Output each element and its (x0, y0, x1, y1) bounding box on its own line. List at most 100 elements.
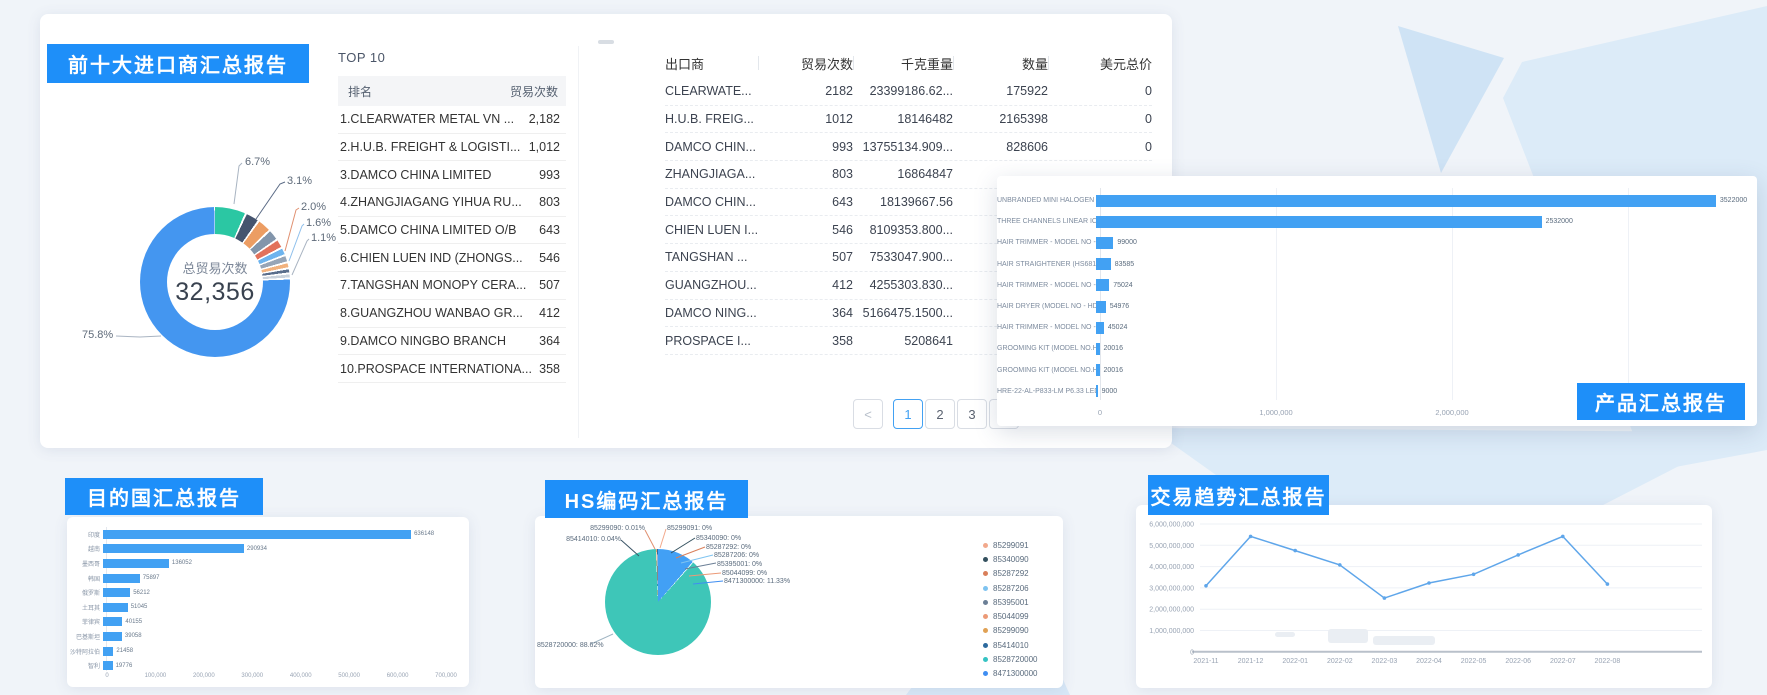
top10-row[interactable]: 2.H.U.B. FREIGHT & LOGISTI...1,012 (338, 134, 566, 162)
bar-label: HAIR TRIMMER - MODEL NO - HT20... (997, 239, 1096, 246)
bar (103, 574, 140, 583)
legend-dot-icon (983, 614, 988, 619)
pie-callout-label: 85287206: 0% (714, 552, 759, 559)
trend-line-chart: 6,000,000,0005,000,000,0004,000,000,0003… (1136, 505, 1712, 688)
data-point (1204, 584, 1208, 588)
bar (1096, 258, 1111, 270)
pie-callout-label: 8471300000: 11.33% (724, 578, 790, 585)
bar-value: 20016 (1100, 367, 1123, 374)
data-point (1472, 573, 1476, 577)
bar (103, 603, 128, 612)
data-point (1427, 581, 1431, 585)
legend-dot-icon (983, 557, 988, 562)
bar-row: 菲律宾40155 (67, 615, 467, 630)
bar-value: 21458 (113, 648, 133, 654)
legend-label: 8471300000 (993, 669, 1038, 678)
data-point (1249, 535, 1253, 539)
scrollbar-thumb[interactable] (598, 40, 614, 44)
panel-destinations: 目的国汇总报告 印度636148越南290934墨西哥136052韩国75897… (67, 517, 469, 687)
cell: 358 (758, 334, 853, 348)
rank-cell: 10.PROSPACE INTERNATIONA... (338, 362, 532, 376)
cell: 18146482 (853, 112, 953, 126)
hs-pie-chart (605, 549, 711, 655)
cell: 5166475.1500... (853, 306, 953, 320)
axis-tick: 1,000,000 (1246, 408, 1306, 417)
bar-label: THREE CHANNELS LINEAR IC (INTE... (997, 218, 1096, 225)
legend-item[interactable]: 85287292 (983, 567, 1038, 581)
donut-center-label: 总贸易次数 (182, 258, 247, 277)
decor-triangle (1398, 26, 1504, 173)
legend-item[interactable]: 85414010 (983, 638, 1038, 652)
page-button-3[interactable]: 3 (957, 399, 987, 429)
axis-tick: 0 (87, 673, 127, 679)
bar-value: 2532000 (1542, 218, 1573, 225)
legend-label: 8528720000 (993, 655, 1038, 664)
axis-tick: 2022-04 (1416, 658, 1442, 665)
top10-row[interactable]: 3.DAMCO CHINA LIMITED993 (338, 161, 566, 189)
cell: 828606 (953, 140, 1048, 154)
top10-row[interactable]: 1.CLEARWATER METAL VN ...2,182 (338, 106, 566, 134)
legend-item[interactable]: 8471300000 (983, 667, 1038, 681)
bar-label: HAIR STRAIGHTENER (HS6810) PIN... (997, 261, 1096, 268)
legend-item[interactable]: 85287206 (983, 581, 1038, 595)
bar-row: HAIR TRIMMER - MODEL NO - HT20... 99000 (997, 232, 1755, 253)
bar-value: 75024 (1109, 282, 1132, 289)
bar (1096, 279, 1109, 291)
bar-row: 印度636148 (67, 527, 467, 542)
legend-item[interactable]: 85395001 (983, 595, 1038, 609)
table-row[interactable]: CLEARWATE...218223399186.62...1759220 (665, 78, 1152, 106)
bar-row: THREE CHANNELS LINEAR IC (INTE... 2532000 (997, 211, 1755, 232)
legend-item[interactable]: 85340090 (983, 552, 1038, 566)
top10-row[interactable]: 5.DAMCO CHINA LIMITED O/B643 (338, 217, 566, 245)
axis-tick: 2022-02 (1327, 658, 1353, 665)
top10-row[interactable]: 4.ZHANGJIAGANG YIHUA RU...803 (338, 189, 566, 217)
rank-cell: 5.DAMCO CHINA LIMITED O/B (338, 223, 516, 237)
bar (1096, 216, 1542, 228)
top10-row[interactable]: 7.TANGSHAN MONOPY CERA...507 (338, 272, 566, 300)
donut-center-value: 32,356 (175, 278, 254, 307)
prev-page-button[interactable]: < (853, 399, 883, 429)
table-row[interactable]: DAMCO CHIN...99313755134.909...8286060 (665, 133, 1152, 161)
top10-col-trades: 贸易次数 (510, 83, 566, 100)
col-trades: 贸易次数 (758, 54, 853, 73)
axis-tick: 300,000 (232, 673, 272, 679)
bar-label: 印度 (67, 530, 103, 539)
legend-item[interactable]: 8528720000 (983, 652, 1038, 666)
axis-tick: 2022-06 (1505, 658, 1531, 665)
data-point (1516, 553, 1520, 557)
legend-item[interactable]: 85299090 (983, 624, 1038, 638)
data-point (1606, 582, 1610, 586)
bar (103, 647, 113, 656)
legend-dot-icon (983, 671, 988, 676)
legend-item[interactable]: 85044099 (983, 609, 1038, 623)
page-button-2[interactable]: 2 (925, 399, 955, 429)
bar-label: HAIR DRYER (MODEL NO - HD1600 ... (997, 303, 1096, 310)
top10-row[interactable]: 9.DAMCO NINGBO BRANCH364 (338, 328, 566, 356)
top10-col-rank: 排名 (338, 83, 372, 100)
table-row[interactable]: H.U.B. FREIG...10121814648221653980 (665, 106, 1152, 134)
bar-value: 40155 (122, 619, 142, 625)
page-button-1[interactable]: 1 (893, 399, 923, 429)
cell: TANGSHAN ... (665, 250, 758, 264)
cell: 18139667.56 (853, 195, 953, 209)
donut-callout-label: 1.1% (311, 232, 336, 244)
top10-row[interactable]: 10.PROSPACE INTERNATIONA...358 (338, 355, 566, 383)
cell: 643 (758, 195, 853, 209)
legend-item[interactable]: 85299091 (983, 538, 1038, 552)
panel-hs-codes: HS编码汇总报告 85299090: 0.01% 85414010: 0.04%… (535, 516, 1063, 688)
bar-label: 智利 (67, 661, 103, 670)
bar-label: GROOMING KIT (MODEL NO.HT4000K... (997, 345, 1096, 352)
dashboard: 前十大进口商汇总报告 总贸易次数 32,356 6.7% 3.1% 2.0% 1… (0, 0, 1767, 695)
panel-title-badge: 产品汇总报告 (1577, 383, 1745, 420)
top10-row[interactable]: 6.CHIEN LUEN IND (ZHONGS...546 (338, 244, 566, 272)
axis-tick: 0 (1190, 649, 1194, 656)
bar-label: 巴基斯坦 (67, 632, 103, 641)
axis-tick: 2,000,000,000 (1149, 607, 1194, 614)
bar-value: 99000 (1113, 239, 1136, 246)
top10-row[interactable]: 8.GUANGZHOU WANBAO GR...412 (338, 300, 566, 328)
axis-tick: 2022-05 (1461, 658, 1487, 665)
cell: 7533047.900... (853, 250, 953, 264)
bar (1096, 301, 1106, 313)
bar-value: 51045 (128, 604, 148, 610)
bar (103, 544, 244, 553)
